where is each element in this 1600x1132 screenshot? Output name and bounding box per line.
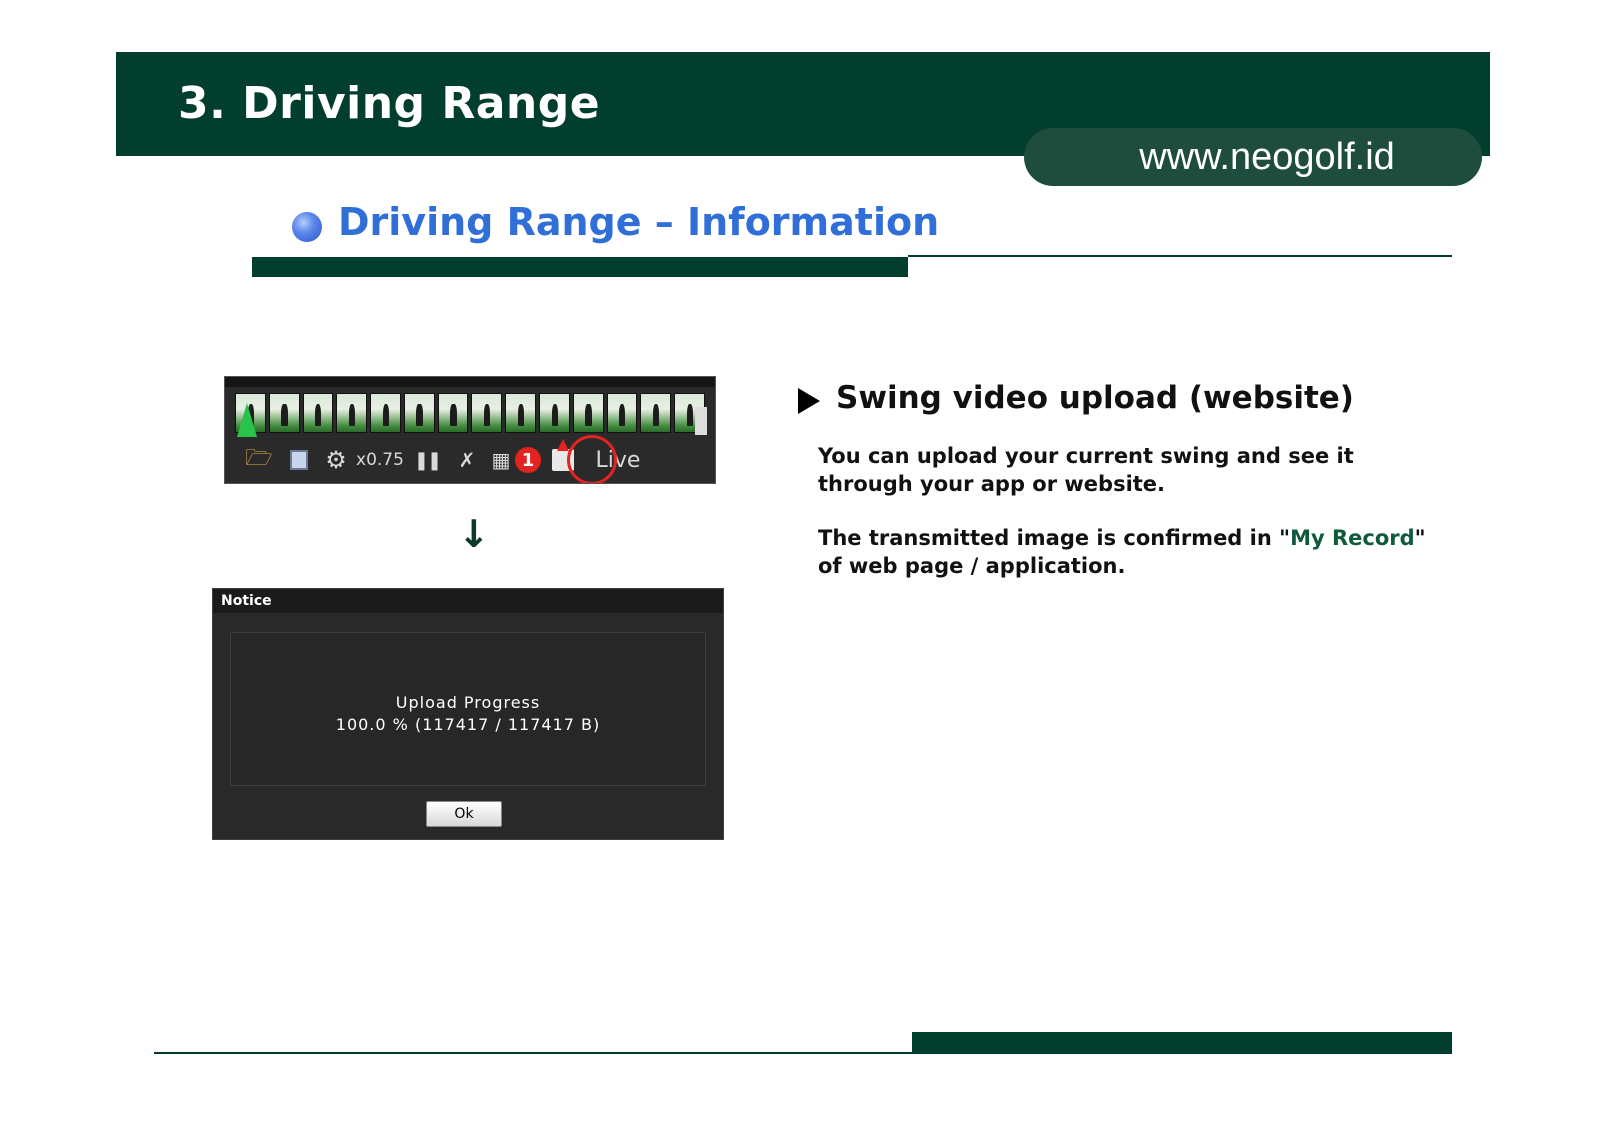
speed-button[interactable]: x0.75 — [353, 443, 407, 477]
play-triangle-icon — [798, 388, 820, 414]
grid-icon[interactable]: ▦ — [487, 443, 515, 477]
video-toolbar-screenshot: 🗁 ⚙ x0.75 ❚❚ ✗ ▦ 1 Live — [224, 376, 716, 484]
page-title: 3. Driving Range — [178, 78, 601, 129]
film-frame — [403, 393, 435, 433]
film-frame — [471, 393, 503, 433]
start-marker-icon[interactable] — [237, 403, 257, 437]
film-frame — [505, 393, 537, 433]
swing-filmstrip — [235, 393, 705, 433]
arrow-down-icon: ↓ — [458, 512, 490, 556]
film-frame — [370, 393, 401, 433]
toolbar-controls: 🗁 ⚙ x0.75 ❚❚ ✗ ▦ 1 Live — [239, 439, 709, 477]
film-frame — [268, 393, 300, 433]
film-frame — [302, 393, 334, 433]
film-frame — [606, 393, 638, 433]
my-record-highlight: My Record — [1290, 526, 1415, 550]
progress-value: 100.0 % (117417 / 117417 B) — [335, 715, 601, 734]
film-frame — [437, 393, 469, 433]
film-frame — [539, 393, 570, 433]
footer-divider-thick — [912, 1032, 1452, 1054]
divider-thin — [908, 255, 1452, 257]
toolbar-top-strip — [225, 377, 715, 387]
bullet-dot-icon — [292, 212, 322, 242]
ok-button[interactable]: Ok — [426, 801, 502, 827]
club-icon[interactable]: ✗ — [447, 443, 487, 477]
film-frame — [640, 393, 672, 433]
divider-thick — [252, 257, 908, 277]
dialog-title: Notice — [221, 593, 272, 609]
notice-dialog: Notice Upload Progress 100.0 % (117417 /… — [212, 588, 724, 840]
content-heading: Swing video upload (website) — [836, 380, 1354, 416]
folder-icon[interactable]: 🗁 — [239, 443, 279, 477]
dialog-titlebar: Notice — [213, 589, 723, 613]
film-frame — [572, 393, 604, 433]
step-badge: 1 — [515, 447, 541, 473]
highlight-circle — [567, 435, 617, 483]
save-icon[interactable] — [279, 443, 319, 477]
film-frame — [336, 393, 368, 433]
end-marker-icon[interactable] — [695, 407, 707, 435]
gear-icon[interactable]: ⚙ — [319, 443, 353, 477]
pause-icon[interactable]: ❚❚ — [407, 443, 447, 477]
para2-text-before: The transmitted image is confirmed in " — [818, 526, 1291, 550]
website-url: www.neogolf.id — [1024, 128, 1482, 186]
paragraph-confirm: The transmitted image is confirmed in "M… — [818, 524, 1438, 580]
footer-divider-thin — [154, 1052, 914, 1054]
dialog-message-box: Upload Progress 100.0 % (117417 / 117417… — [230, 632, 706, 786]
progress-label: Upload Progress — [395, 693, 541, 712]
section-title: Driving Range – Information — [338, 200, 940, 244]
paragraph-upload: You can upload your current swing and se… — [818, 444, 1354, 496]
